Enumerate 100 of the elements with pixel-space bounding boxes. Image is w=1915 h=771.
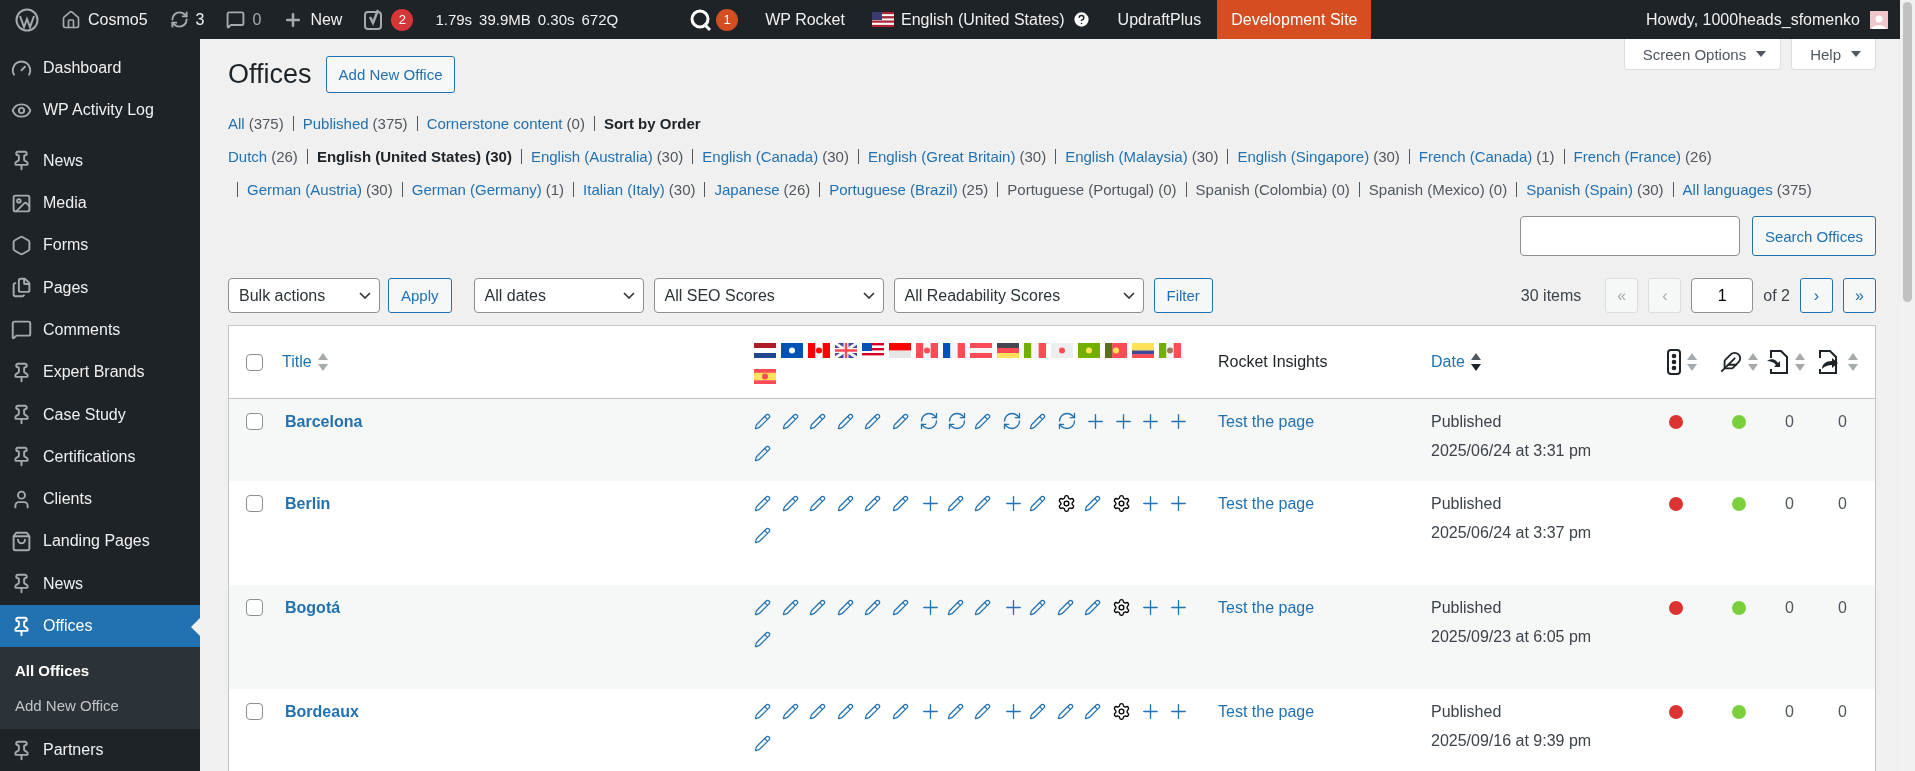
language-switcher[interactable]: English (United States) [900,10,1065,29]
filter-link[interactable]: English (Singapore) [1237,148,1370,165]
pencil-icon[interactable] [781,598,799,616]
row-checkbox[interactable] [246,703,263,720]
pencil-icon[interactable] [1084,494,1101,512]
sidebar-item[interactable]: Clients [0,477,200,521]
pencil-icon[interactable] [781,494,799,512]
office-title-link[interactable]: Bogotá [285,597,341,619]
filter-link[interactable]: English (Canada) [702,148,819,165]
submenu-item[interactable]: Add New Office [0,688,200,724]
pencil-icon[interactable] [864,702,881,720]
sidebar-item[interactable]: Expert Brands [0,351,200,394]
pagination-button[interactable]: › [1800,278,1833,313]
pencil-icon[interactable] [1029,412,1046,430]
avatar-icon[interactable] [1870,10,1888,29]
filter-link[interactable]: Italian (Italy) [583,181,665,198]
pencil-icon[interactable] [974,598,991,616]
toolbar-link[interactable]: UpdraftPlus [1117,10,1202,29]
pencil-icon[interactable] [946,598,964,616]
filter-link[interactable]: German (Austria) [247,181,363,198]
account-greeting[interactable]: Howdy, 1000heads_sfomenko [1645,10,1860,29]
filter-link[interactable]: All [228,115,245,132]
home-icon[interactable] [61,9,81,30]
pencil-icon[interactable] [754,598,771,616]
title-column-header[interactable]: Title [282,353,328,371]
sync-icon[interactable] [1056,411,1077,431]
bulk-actions-select[interactable]: Bulk actions [228,278,380,313]
filter-link[interactable]: Japanese [714,181,780,198]
filter-link[interactable]: English (Great Britain) [867,148,1016,165]
search-button[interactable]: Search Offices [1751,216,1876,256]
test-page-link[interactable]: Test the page [1218,597,1315,619]
pencil-icon[interactable] [781,412,799,430]
pencil-icon[interactable] [836,702,854,720]
pencil-icon[interactable] [974,494,991,512]
filter-link[interactable]: English (Australia) [530,148,653,165]
pencil-icon[interactable] [809,598,826,616]
sync-icon[interactable] [1001,411,1022,431]
filter-link[interactable]: All languages [1682,181,1773,198]
sidebar-item[interactable]: Comments [0,308,200,352]
filter-link[interactable]: German (Germany) [411,181,542,198]
test-page-link[interactable]: Test the page [1218,701,1315,723]
screen-meta-button[interactable]: Screen Options [1623,39,1782,70]
sidebar-item[interactable]: Forms [0,224,200,267]
pencil-icon[interactable] [946,702,964,720]
sidebar-item[interactable]: News [0,139,200,182]
pencil-icon[interactable] [1056,598,1074,616]
submenu-item[interactable]: All Offices [0,653,200,689]
filter-link[interactable]: French (Canada) [1418,148,1533,165]
sync-icon[interactable] [919,411,939,431]
toolbar-link[interactable]: WP Rocket [765,10,845,29]
pencil-icon[interactable] [864,494,881,512]
filter-select[interactable]: All SEO Scores [653,278,884,313]
pencil-icon[interactable] [809,494,826,512]
filter-link[interactable]: English (Malaysia) [1065,148,1188,165]
search-field[interactable] [1519,216,1740,256]
pencil-icon[interactable] [974,412,991,430]
pencil-icon[interactable] [754,734,771,752]
filter-link[interactable]: Published [302,115,369,132]
sidebar-item[interactable]: Media [0,181,200,225]
test-page-link[interactable]: Test the page [1218,493,1315,515]
q-logo-icon[interactable] [689,7,714,32]
select-all-checkbox[interactable] [246,353,263,371]
office-title-link[interactable]: Berlin [285,493,331,515]
filter-select[interactable]: All dates [473,278,644,313]
pencil-icon[interactable] [809,702,826,720]
pencil-icon[interactable] [864,412,881,430]
sidebar-item[interactable]: Offices [0,604,200,648]
pencil-icon[interactable] [836,412,854,430]
site-name-link[interactable]: Cosmo5 [88,10,148,29]
pencil-icon[interactable] [754,412,771,430]
pencil-icon[interactable] [836,598,854,616]
row-checkbox[interactable] [246,495,263,512]
pencil-icon[interactable] [754,526,771,544]
filter-link[interactable]: Dutch [228,148,268,165]
sidebar-item[interactable]: WP Activity Log [0,89,200,132]
screen-meta-button[interactable]: Help [1791,39,1876,70]
pencil-icon[interactable] [754,630,771,648]
test-page-link[interactable]: Test the page [1218,411,1315,433]
pencil-icon[interactable] [891,494,909,512]
gear-icon[interactable] [1111,493,1131,513]
sidebar-item[interactable]: News [0,562,200,605]
filter-link[interactable]: French (France) [1573,148,1682,165]
pencil-icon[interactable] [1084,702,1101,720]
sync-icon[interactable] [946,411,967,431]
pencil-icon[interactable] [1029,702,1046,720]
filter-button[interactable]: Filter [1153,278,1213,313]
sidebar-item[interactable]: Dashboard [0,47,200,90]
row-checkbox[interactable] [246,413,263,430]
sidebar-item[interactable]: Case Study [0,393,200,436]
filter-link[interactable]: Cornerstone content [426,115,563,132]
pencil-icon[interactable] [891,412,909,430]
add-new-button[interactable]: Add New Office [325,56,456,93]
sidebar-item[interactable]: Certifications [0,435,200,478]
filter-link[interactable]: Spanish (Spain) [1526,181,1633,198]
pencil-icon[interactable] [864,598,881,616]
gear-icon[interactable] [1111,597,1131,617]
pencil-icon[interactable] [781,702,799,720]
office-title-link[interactable]: Bordeaux [285,701,359,723]
office-title-link[interactable]: Barcelona [285,411,363,433]
pencil-icon[interactable] [1029,494,1046,512]
